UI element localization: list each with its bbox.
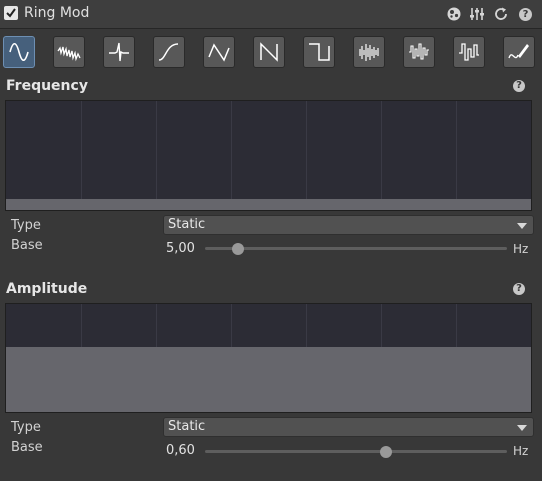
pulse-wave-button[interactable]	[103, 36, 135, 68]
effect-header: Ring Mod ?	[0, 0, 542, 29]
square-wave-icon	[309, 43, 330, 61]
amplitude-slider-track[interactable]	[205, 450, 507, 453]
chevron-down-icon	[517, 223, 527, 229]
random-steps-icon	[409, 43, 429, 60]
square-wave-button[interactable]	[303, 36, 335, 68]
frequency-slider-track[interactable]	[205, 247, 507, 250]
frequency-base-label: Base	[11, 238, 43, 253]
reset-icon[interactable]	[493, 6, 509, 22]
help-icon[interactable]: ?	[519, 8, 532, 21]
chevron-down-icon	[517, 425, 527, 431]
draw-curve-button[interactable]	[503, 36, 535, 68]
grid-line	[456, 101, 457, 210]
amplitude-base-label: Base	[11, 440, 43, 455]
enable-checkbox[interactable]	[4, 6, 18, 20]
sine-wave-icon	[9, 42, 29, 62]
amplitude-graph-fill	[6, 347, 531, 412]
frequency-slider-thumb[interactable]	[232, 243, 245, 255]
amplitude-title: Amplitude	[6, 281, 88, 297]
amplitude-type-label: Type	[11, 420, 41, 435]
pulse-wave-icon	[109, 42, 129, 62]
amplitude-base-value[interactable]: 0,60	[166, 443, 195, 458]
frequency-type-dropdown[interactable]: Static	[163, 215, 534, 235]
waveform-selector	[0, 29, 542, 75]
sine-wave-button[interactable]	[3, 36, 35, 68]
frequency-type-value: Static	[168, 217, 206, 232]
amplitude-graph[interactable]	[5, 303, 532, 413]
frequency-graph[interactable]	[5, 100, 532, 211]
frequency-base-value[interactable]: 5,00	[166, 241, 195, 256]
grid-line	[231, 101, 232, 210]
grid-line	[81, 101, 82, 210]
grid-line	[306, 101, 307, 210]
draw-curve-icon	[508, 44, 529, 59]
amplitude-help-icon[interactable]: ?	[513, 283, 525, 295]
noise-wave-icon	[57, 46, 81, 62]
frequency-title: Frequency	[6, 78, 88, 94]
grid-line	[156, 101, 157, 210]
random-square-button[interactable]	[453, 36, 485, 68]
triangle-wave-button[interactable]	[203, 36, 235, 68]
curve-wave-icon	[158, 43, 179, 61]
noise-wave-button[interactable]	[53, 36, 85, 68]
grid-line	[381, 101, 382, 210]
random-wave-button[interactable]	[353, 36, 385, 68]
random-steps-button[interactable]	[403, 36, 435, 68]
frequency-help-icon[interactable]: ?	[513, 80, 525, 92]
curve-wave-button[interactable]	[153, 36, 185, 68]
frequency-graph-fill	[6, 199, 531, 210]
triangle-wave-icon	[208, 43, 230, 62]
amplitude-unit: Hz	[513, 444, 529, 458]
sliders-icon[interactable]	[469, 6, 485, 22]
amplitude-type-dropdown[interactable]: Static	[163, 417, 534, 437]
check-icon	[6, 8, 16, 18]
amplitude-type-value: Static	[168, 419, 206, 434]
amplitude-slider-thumb[interactable]	[380, 446, 393, 458]
effect-title: Ring Mod	[24, 5, 90, 21]
random-square-icon	[459, 43, 479, 61]
frequency-unit: Hz	[513, 242, 529, 256]
frequency-type-label: Type	[11, 218, 41, 233]
random-wave-icon	[359, 44, 379, 61]
sawtooth-wave-button[interactable]	[253, 36, 285, 68]
presets-icon[interactable]	[446, 6, 462, 22]
sawtooth-wave-icon	[260, 42, 278, 62]
